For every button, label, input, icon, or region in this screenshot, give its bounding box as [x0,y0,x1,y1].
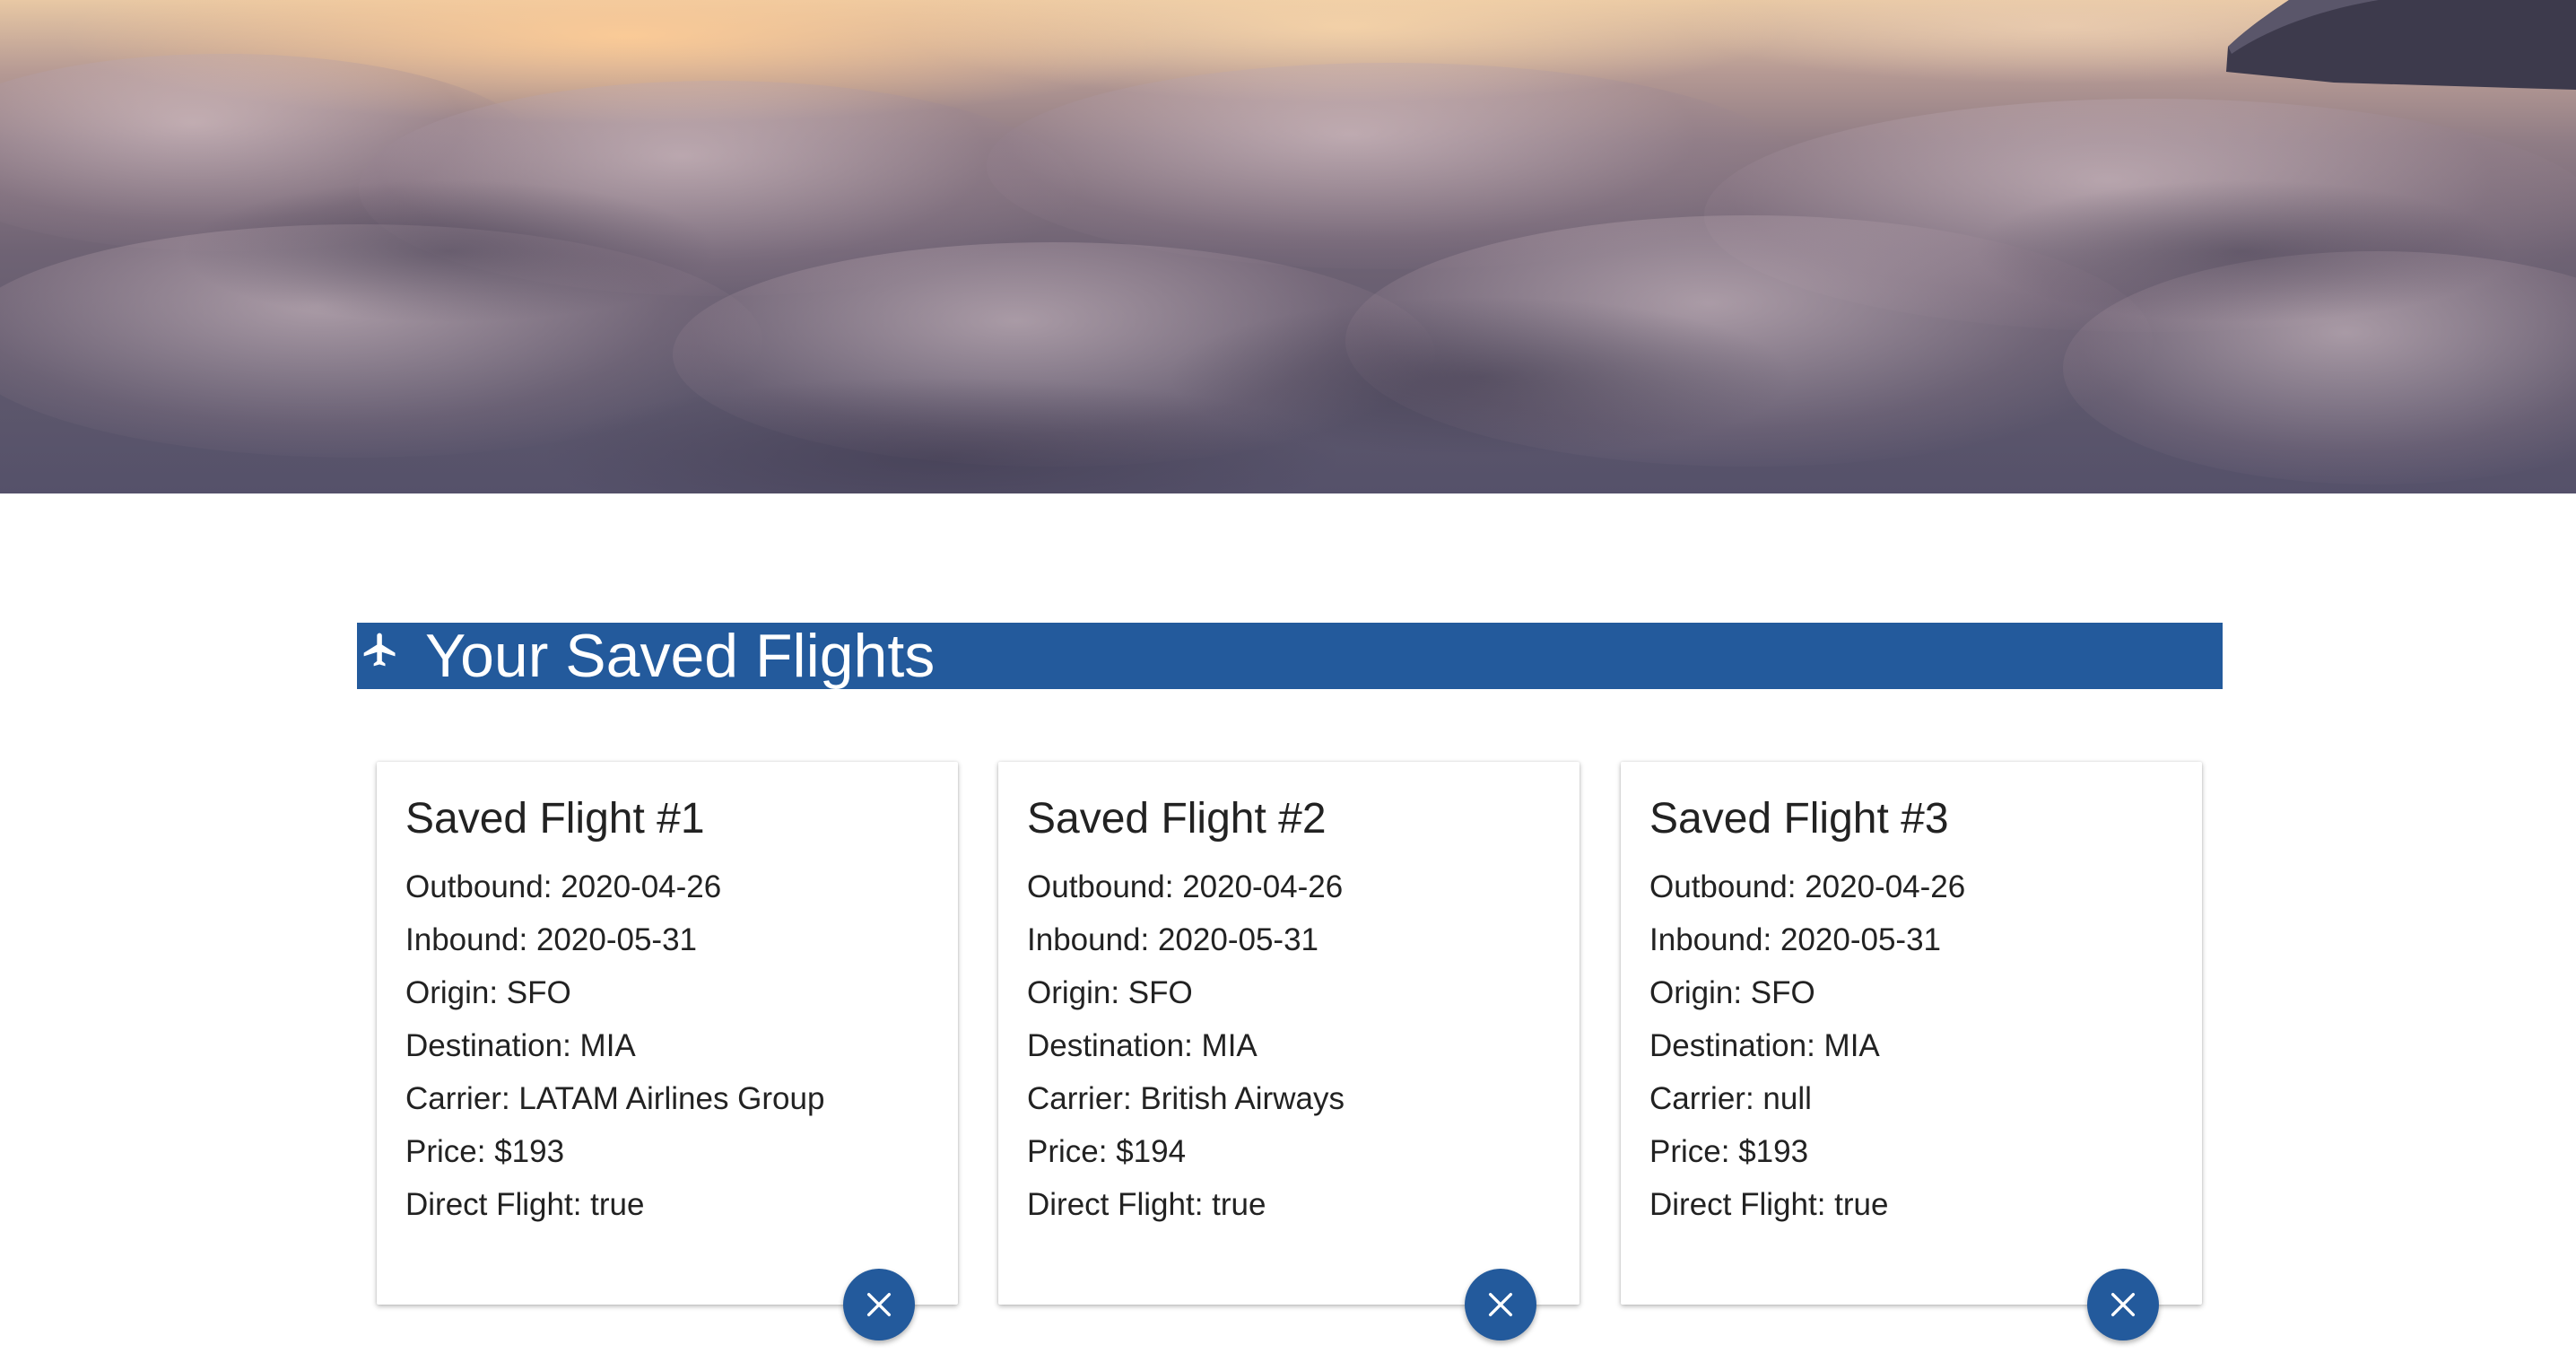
saved-flight-card: Saved Flight #2 Outbound: 2020-04-26 Inb… [998,762,1580,1340]
close-icon [1488,1292,1513,1317]
remove-flight-button[interactable] [1465,1269,1536,1340]
remove-flight-button[interactable] [843,1269,915,1340]
saved-flights-header: Your Saved Flights [357,623,2223,689]
outbound-date: Outbound: 2020-04-26 [1649,869,1966,904]
card-title: Saved Flight #2 [1027,795,1327,843]
inbound-date: Inbound: 2020-05-31 [1649,922,1941,957]
saved-flight-card: Saved Flight #1 Outbound: 2020-04-26 Inb… [377,762,958,1340]
inbound-date: Inbound: 2020-05-31 [1027,922,1318,957]
remove-flight-button[interactable] [2087,1269,2159,1340]
direct-flight: Direct Flight: true [1027,1187,1266,1222]
origin: Origin: SFO [1649,975,1815,1010]
carrier: Carrier: British Airways [1027,1081,1345,1116]
card-title: Saved Flight #1 [405,795,705,843]
page-title: Your Saved Flights [425,622,936,690]
origin: Origin: SFO [405,975,571,1010]
inbound-date: Inbound: 2020-05-31 [405,922,697,957]
outbound-date: Outbound: 2020-04-26 [405,869,722,904]
price: Price: $193 [405,1134,565,1169]
destination: Destination: MIA [1649,1028,1880,1063]
origin: Origin: SFO [1027,975,1193,1010]
direct-flight: Direct Flight: true [1649,1187,1889,1222]
card-title: Saved Flight #3 [1649,795,1949,843]
outbound-date: Outbound: 2020-04-26 [1027,869,1344,904]
hero-banner-image [0,0,2576,493]
saved-flight-card: Saved Flight #3 Outbound: 2020-04-26 Inb… [1621,762,2202,1340]
close-icon [2110,1292,2136,1317]
price: Price: $194 [1027,1134,1187,1169]
direct-flight: Direct Flight: true [405,1187,645,1222]
carrier: Carrier: null [1649,1081,1812,1116]
destination: Destination: MIA [405,1028,636,1063]
price: Price: $193 [1649,1134,1809,1169]
close-icon [866,1292,892,1317]
airplane-wing-image [2226,0,2576,90]
destination: Destination: MIA [1027,1028,1258,1063]
carrier: Carrier: LATAM Airlines Group [405,1081,825,1116]
airplane-icon [359,628,402,671]
